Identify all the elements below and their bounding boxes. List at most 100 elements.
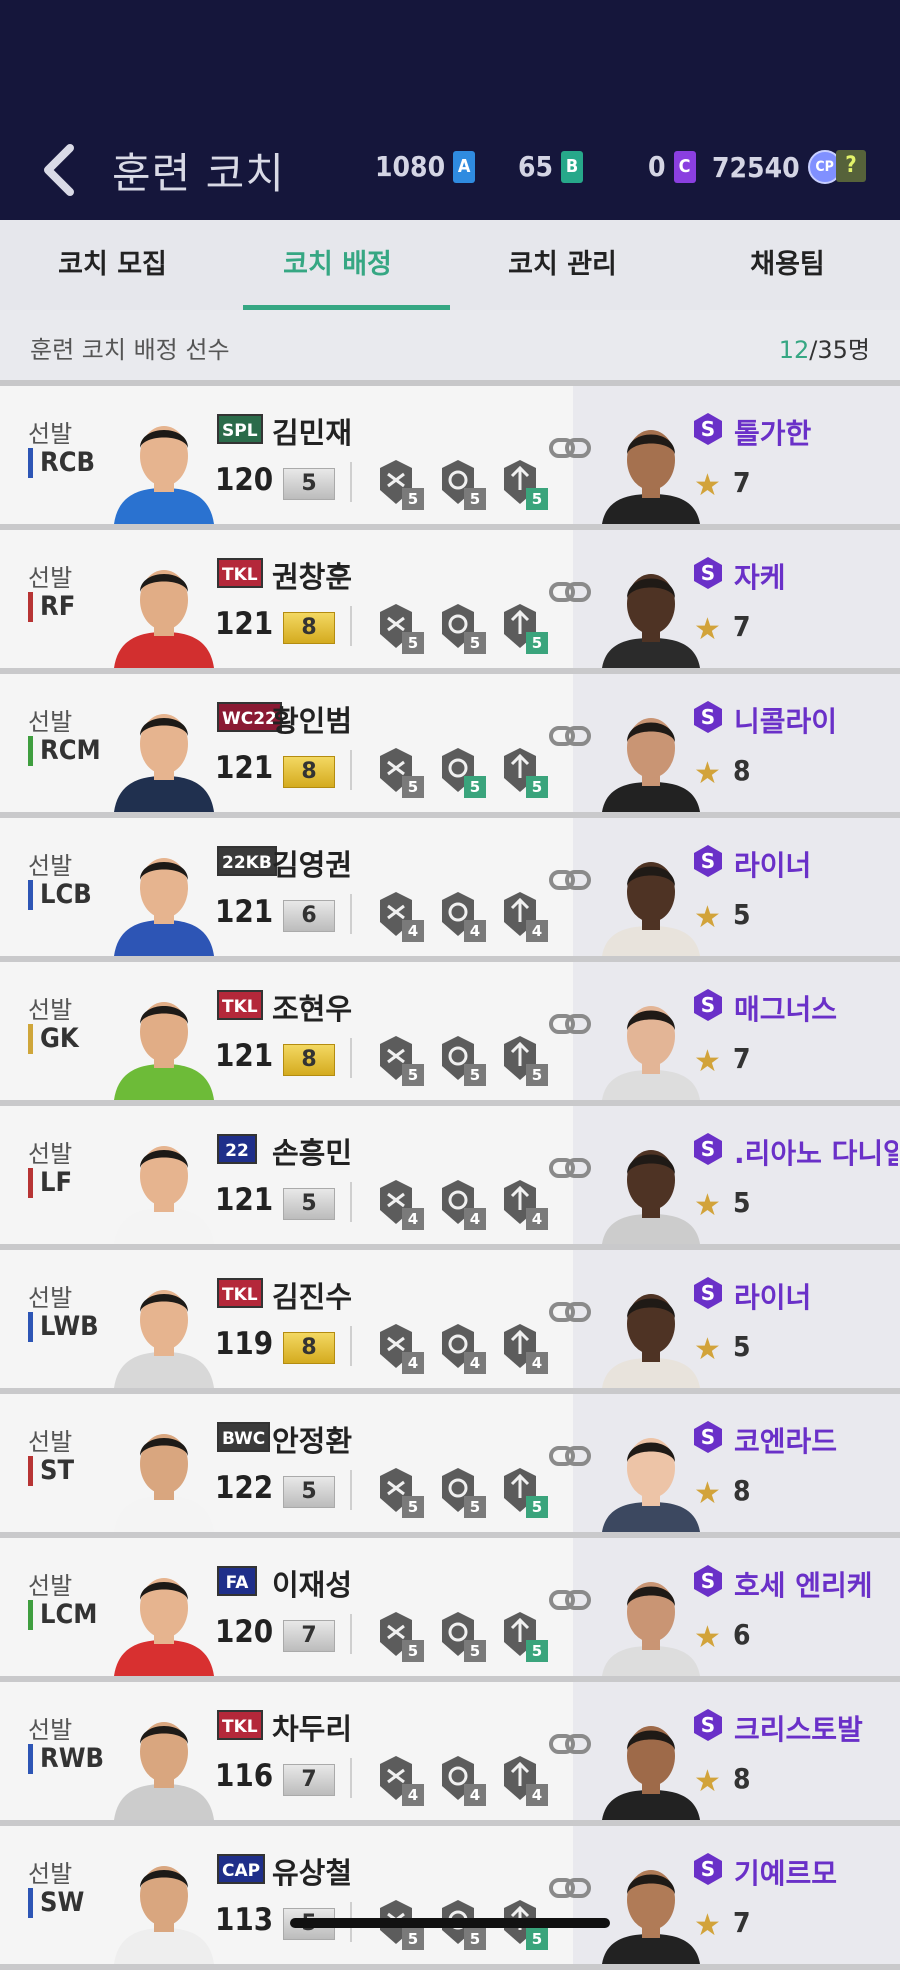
position-label: RCB — [28, 448, 95, 478]
lineup-status: 선발 — [28, 1716, 73, 1744]
coach-name: .리아노 다니얼 — [734, 1137, 898, 1170]
lineup-status: 선발 — [28, 564, 73, 592]
skill-level: 4 — [402, 1784, 424, 1806]
tab-hiring-team[interactable]: 채용팀 — [675, 220, 900, 310]
training-skills: 5 5 5 — [370, 1032, 548, 1086]
skill-level: 5 — [402, 488, 424, 510]
training-skill-icon[interactable]: 5 — [432, 600, 486, 654]
training-skill-icon[interactable]: 5 — [494, 744, 548, 798]
tab-coach-assign[interactable]: 코치 배정 — [225, 220, 450, 310]
coach-name: 코엔라드 — [734, 1425, 838, 1458]
skill-level: 5 — [402, 632, 424, 654]
position-label: LF — [28, 1168, 72, 1198]
training-skill-icon[interactable]: 4 — [370, 1176, 424, 1230]
link-chain-icon — [549, 1302, 591, 1322]
player-row[interactable]: 선발 LWB TKL 김진수 119 8 4 4 4 S 라이너 ★ 5 — [0, 1250, 900, 1394]
player-row[interactable]: 선발 GK TKL 조현우 121 8 5 5 5 S 매그너스 ★ 7 — [0, 962, 900, 1106]
training-skill-icon[interactable]: 4 — [494, 1176, 548, 1230]
training-skill-icon[interactable]: 5 — [370, 744, 424, 798]
skill-level: 5 — [464, 1064, 486, 1086]
training-skill-icon[interactable]: 5 — [494, 1032, 548, 1086]
tab-coach-recruit[interactable]: 코치 모집 — [0, 220, 225, 310]
training-skill-icon[interactable]: 4 — [432, 1752, 486, 1806]
player-row[interactable]: 선발 ST BWC 안정환 122 5 5 5 5 S 코엔라드 ★ 8 — [0, 1394, 900, 1538]
training-skill-icon[interactable]: 4 — [370, 888, 424, 942]
training-skill-icon[interactable]: 4 — [432, 1320, 486, 1374]
link-chain-icon — [549, 1590, 591, 1610]
training-skill-icon[interactable]: 4 — [494, 1752, 548, 1806]
star-icon: ★ — [694, 1764, 721, 1799]
training-skill-icon[interactable]: 4 — [432, 1176, 486, 1230]
position-label: LCM — [28, 1600, 97, 1630]
skill-level: 4 — [464, 1208, 486, 1230]
training-skill-icon[interactable]: 5 — [432, 1032, 486, 1086]
skill-level: 5 — [464, 776, 486, 798]
training-skills: 5 5 5 — [370, 1464, 548, 1518]
player-row[interactable]: 선발 LF 22 손흥민 121 5 4 4 4 S .리아노 다니얼 ★ 5 — [0, 1106, 900, 1250]
lineup-status: 선발 — [28, 1860, 73, 1888]
coach-name: 자케 — [734, 561, 786, 594]
player-avatar — [114, 1290, 214, 1388]
training-skill-icon[interactable]: 5 — [494, 1464, 548, 1518]
player-row[interactable]: 선발SWCAP유상철1135555S기예르모★7 — [0, 1826, 900, 1970]
tab-coach-manage[interactable]: 코치 관리 — [450, 220, 675, 310]
training-skill-icon[interactable]: 5 — [370, 1608, 424, 1662]
ticket-b-icon: B — [561, 150, 584, 183]
coach-avatar[interactable] — [598, 560, 704, 668]
help-button[interactable]: ? — [836, 150, 866, 182]
training-skill-icon[interactable]: 4 — [370, 1752, 424, 1806]
player-row[interactable]: 선발 RCM WC22 황인범 121 8 5 5 5 S 니콜라이 ★ 8 — [0, 674, 900, 818]
star-icon: ★ — [694, 468, 721, 503]
coach-avatar[interactable] — [598, 416, 704, 524]
back-arrow-icon[interactable] — [38, 140, 78, 200]
coach-avatar[interactable] — [598, 1280, 704, 1388]
svg-text:S: S — [701, 561, 715, 585]
training-skill-icon[interactable]: 5 — [370, 456, 424, 510]
training-skill-icon[interactable]: 5 — [432, 744, 486, 798]
training-skills: 5 5 5 — [370, 456, 548, 510]
player-row[interactable]: 선발 RWB TKL 차두리 116 7 4 4 4 S 크리스토발 ★ 8 — [0, 1682, 900, 1826]
player-row[interactable]: 선발 RCB SPL 김민재 120 5 5 5 5 S 톨가한 ★ 7 — [0, 386, 900, 530]
player-row[interactable]: 선발 RF TKL 권창훈 121 8 5 5 5 S 자케 ★ 7 — [0, 530, 900, 674]
training-skill-icon[interactable]: 5 — [370, 1032, 424, 1086]
coach-avatar[interactable] — [598, 992, 704, 1100]
divider — [350, 1326, 352, 1366]
s-rank-icon: S — [694, 1565, 722, 1597]
help-area: ? — [836, 150, 866, 182]
training-skill-icon[interactable]: 4 — [432, 888, 486, 942]
coach-avatar[interactable] — [598, 1424, 704, 1532]
coach-avatar[interactable] — [598, 704, 704, 812]
training-skill-icon[interactable]: 5 — [432, 1464, 486, 1518]
training-skill-icon[interactable]: 5 — [494, 456, 548, 510]
coach-avatar[interactable] — [598, 848, 704, 956]
training-skill-icon[interactable]: 4 — [494, 888, 548, 942]
training-skill-icon[interactable]: 5 — [432, 456, 486, 510]
training-skill-icon[interactable]: 5 — [432, 1608, 486, 1662]
coach-avatar[interactable] — [598, 1568, 704, 1676]
training-skill-icon[interactable]: 4 — [494, 1320, 548, 1374]
star-icon: ★ — [694, 612, 721, 647]
skill-level: 4 — [464, 1784, 486, 1806]
svg-text:S: S — [701, 1281, 715, 1305]
player-list: 선발 RCB SPL 김민재 120 5 5 5 5 S 톨가한 ★ 7 선발 RF TKL 권창훈 121 8 5 5… — [0, 386, 900, 1970]
team-season-badge: SPL — [217, 414, 263, 444]
divider — [350, 1758, 352, 1798]
training-skill-icon[interactable]: 5 — [370, 600, 424, 654]
player-row[interactable]: 선발 LCB 22KB 김영권 121 6 4 4 4 S 라이너 ★ 5 — [0, 818, 900, 962]
skill-level: 4 — [402, 1208, 424, 1230]
training-skill-icon[interactable]: 4 — [370, 1320, 424, 1374]
coach-avatar[interactable] — [598, 1712, 704, 1820]
coach-name: 라이너 — [734, 849, 812, 882]
coach-avatar[interactable] — [598, 1856, 704, 1964]
training-skill-icon[interactable]: 5 — [494, 1608, 548, 1662]
team-season-badge: TKL — [217, 558, 263, 588]
player-row[interactable]: 선발 LCM FA 이재성 120 7 5 5 5 S 호세 엔리케 ★ 6 — [0, 1538, 900, 1682]
training-skill-icon[interactable]: 5 — [494, 600, 548, 654]
star-icon: ★ — [694, 1476, 721, 1511]
enhance-grade: 8 — [283, 1044, 335, 1076]
skill-level: 5 — [464, 632, 486, 654]
coach-avatar[interactable] — [598, 1136, 704, 1244]
divider — [350, 1038, 352, 1078]
training-skill-icon[interactable]: 5 — [370, 1464, 424, 1518]
link-chain-icon — [549, 726, 591, 746]
